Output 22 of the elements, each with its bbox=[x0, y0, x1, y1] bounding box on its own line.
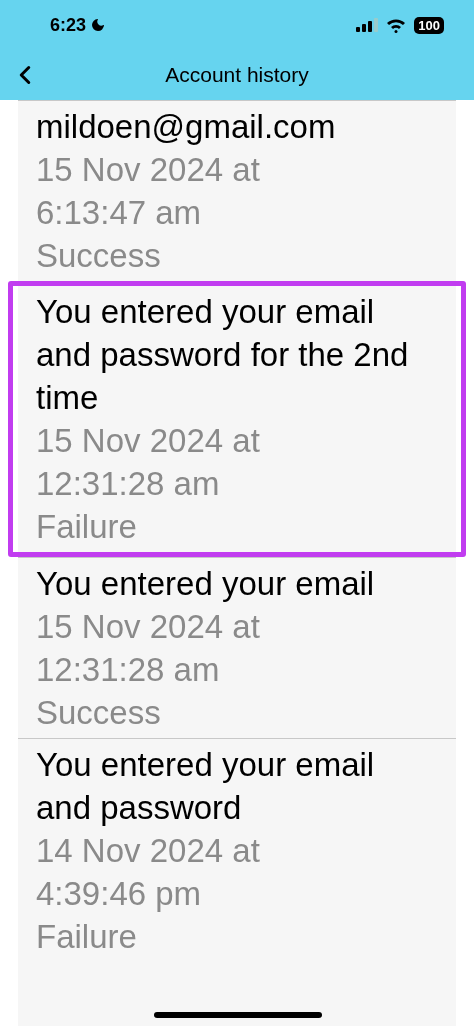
entry-title: You entered your email and password bbox=[36, 745, 376, 828]
entry-date: 15 Nov 2024 at bbox=[36, 150, 261, 190]
entry-result: Success bbox=[36, 236, 162, 276]
status-time: 6:23 bbox=[50, 13, 87, 37]
entry-time: 12:31:28 am bbox=[36, 464, 221, 504]
entry-title: mildoen@gmail.com bbox=[36, 107, 337, 147]
wifi-icon bbox=[386, 17, 407, 33]
entry-date: 15 Nov 2024 at bbox=[36, 421, 261, 461]
entry-date: 15 Nov 2024 at bbox=[36, 607, 261, 647]
entry-result: Failure bbox=[36, 507, 138, 547]
entry-time: 12:31:28 am bbox=[36, 650, 221, 690]
entry-title: You entered your email bbox=[36, 564, 376, 604]
entry-result: Failure bbox=[36, 917, 138, 957]
entry-date: 14 Nov 2024 at bbox=[36, 831, 261, 871]
battery-indicator: 100 bbox=[414, 16, 444, 34]
window-title: Account history bbox=[165, 62, 309, 89]
entry-time: 6:13:47 am bbox=[36, 193, 203, 233]
entry-result: Success bbox=[36, 693, 162, 733]
entry-title: You entered your email and password for the 2nd time bbox=[36, 292, 410, 418]
entry-time: 4:39:46 pm bbox=[36, 874, 203, 914]
moon-icon bbox=[90, 17, 107, 33]
signal-icon bbox=[356, 18, 379, 32]
